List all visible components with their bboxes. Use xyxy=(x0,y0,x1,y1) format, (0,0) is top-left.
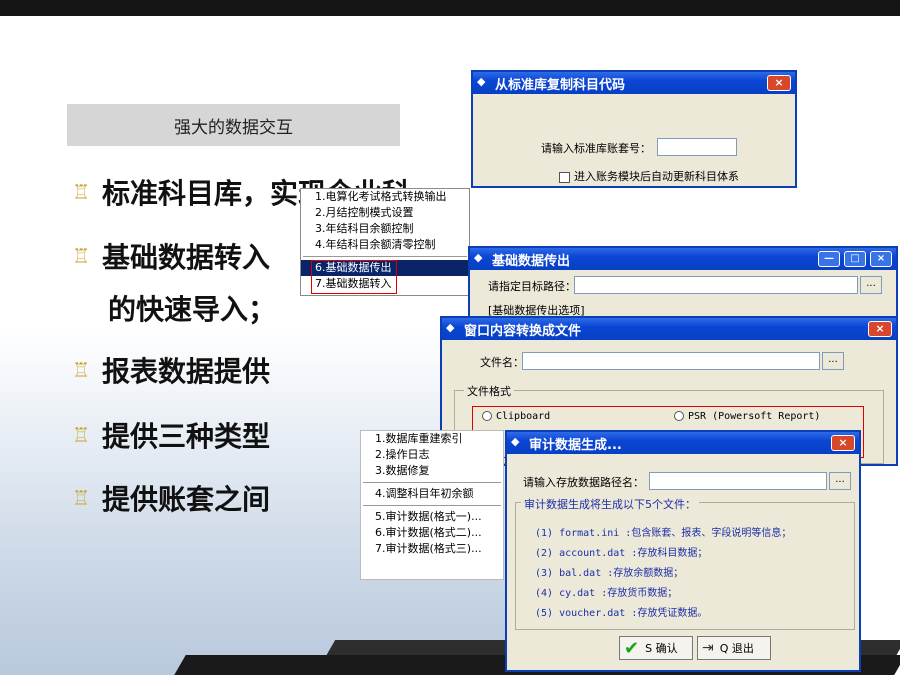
radio-circle[interactable] xyxy=(674,411,684,421)
confirm-label: S 确认 xyxy=(645,642,678,655)
menu-item-audit-format-2[interactable]: 6.审计数据(格式二)... xyxy=(361,525,503,541)
bullet-3: ♖ 报表数据提供 xyxy=(72,350,270,390)
menu-separator xyxy=(363,482,501,483)
radio-circle[interactable] xyxy=(482,411,492,421)
slide-subtitle: 强大的数据交互 xyxy=(67,104,400,146)
bullet-text: 报表数据提供 xyxy=(102,355,271,388)
data-path-label: 请输入存放数据路径名： xyxy=(523,476,644,489)
target-path-label: 请指定目标路径： xyxy=(488,280,576,293)
audit-file-item: (1) format.ini :包含账套、报表、字段说明等信息； xyxy=(535,528,792,539)
dialog-title: 基础数据传出 xyxy=(492,253,571,269)
dialog-titlebar: ◆ 从标准库复制科目代码 × xyxy=(473,72,795,94)
bullet-mark-icon: ♖ xyxy=(72,180,90,204)
menu-item[interactable]: 4.调整科目年初余额 xyxy=(361,486,503,502)
top-band xyxy=(0,0,900,16)
annotation-highlight xyxy=(311,260,397,294)
data-path-input[interactable] xyxy=(649,472,827,490)
menu-separator xyxy=(303,256,467,257)
app-icon: ◆ xyxy=(477,75,486,88)
menu-item[interactable]: 1.数据库重建索引 xyxy=(361,431,503,447)
menu-item-audit-format-3[interactable]: 7.审计数据(格式三)... xyxy=(361,541,503,557)
bullet-mark-icon: ♖ xyxy=(72,486,90,510)
account-set-input[interactable] xyxy=(657,138,737,156)
audit-file-item: (4) cy.dat :存放货币数据； xyxy=(535,588,678,599)
menu-item[interactable]: 3.数据修复 xyxy=(361,463,503,479)
browse-button[interactable]: ... xyxy=(829,472,851,490)
exit-button[interactable]: ⇥ Q 退出 xyxy=(697,636,771,660)
close-button[interactable]: × xyxy=(870,251,892,267)
checkmark-icon: ✔ xyxy=(624,637,640,659)
radio-psr[interactable]: PSR (Powersoft Report) xyxy=(674,411,820,422)
audit-file-item: (3) bal.dat :存放余额数据； xyxy=(535,568,684,579)
copy-subject-dialog: ◆ 从标准库复制科目代码 × 请输入标准库账套号： 进入账务模块后自动更新科目体… xyxy=(471,70,797,188)
app-icon: ◆ xyxy=(474,251,483,264)
close-button[interactable]: × xyxy=(767,75,791,91)
file-format-label: 文件格式 xyxy=(464,383,514,399)
menu-item[interactable]: 4.年结科目余额清零控制 xyxy=(301,237,469,253)
minimize-button[interactable]: — xyxy=(818,251,840,267)
bullet-5: ♖ 提供账套之间 xyxy=(72,478,270,518)
bullet-2: ♖ 基础数据转入 xyxy=(72,236,270,276)
auto-update-checkbox[interactable]: 进入账务模块后自动更新科目体系 xyxy=(559,168,739,184)
data-menu-2: 1.数据库重建索引 2.操作日志 3.数据修复 4.调整科目年初余额 5.审计数… xyxy=(360,430,504,580)
exit-label: Q 退出 xyxy=(719,642,754,655)
dialog-title: 窗口内容转换成文件 xyxy=(464,323,582,339)
confirm-button[interactable]: ✔ S 确认 xyxy=(619,636,693,660)
maximize-button[interactable]: □ xyxy=(844,251,866,267)
close-button[interactable]: × xyxy=(868,321,892,337)
radio-label: Clipboard xyxy=(496,411,551,422)
browse-button[interactable]: ... xyxy=(860,276,882,294)
menu-separator xyxy=(363,505,501,506)
bullet-mark-icon: ♖ xyxy=(72,244,90,268)
file-name-input[interactable] xyxy=(522,352,820,370)
browse-button[interactable]: ... xyxy=(822,352,844,370)
dialog-title: 从标准库复制科目代码 xyxy=(495,77,626,93)
checkbox-label: 进入账务模块后自动更新科目体系 xyxy=(574,170,739,183)
bullet-text: 提供三种类型 xyxy=(102,420,271,453)
close-button[interactable]: × xyxy=(831,435,855,451)
bullet-4: ♖ 提供三种类型 xyxy=(72,415,270,455)
audit-data-dialog: ◆ 审计数据生成... × 请输入存放数据路径名： ... 审计数据生成将生成以… xyxy=(505,430,861,672)
menu-item-audit-format-1[interactable]: 5.审计数据(格式一)... xyxy=(361,509,503,525)
menu-item[interactable]: 3.年结科目余额控制 xyxy=(301,221,469,237)
bullet-text: 提供账套之间 xyxy=(102,483,271,516)
radio-label: PSR (Powersoft Report) xyxy=(688,411,821,422)
account-set-label: 请输入标准库账套号： xyxy=(541,142,651,155)
bullet-2-continuation: 的快速导入； xyxy=(108,293,277,326)
radio-clipboard[interactable]: Clipboard xyxy=(482,411,550,422)
app-icon: ◆ xyxy=(446,321,455,334)
dialog-titlebar: ◆ 审计数据生成... × xyxy=(507,432,859,454)
target-path-input[interactable] xyxy=(574,276,858,294)
dialog-titlebar: ◆ 基础数据传出 — □ × xyxy=(470,248,896,270)
menu-item[interactable]: 1.电算化考试格式转换输出 xyxy=(301,189,469,205)
file-name-label: 文件名： xyxy=(480,356,524,369)
audit-file-item: (2) account.dat :存放科目数据； xyxy=(535,548,708,559)
audit-info-title: 审计数据生成将生成以下5个文件： xyxy=(521,496,699,512)
audit-file-item: (5) voucher.dat :存放凭证数据。 xyxy=(535,608,708,619)
data-menu-1: 1.电算化考试格式转换输出 2.月结控制模式设置 3.年结科目余额控制 4.年结… xyxy=(300,188,470,296)
checkbox-box[interactable] xyxy=(559,171,570,183)
bullet-mark-icon: ♖ xyxy=(72,423,90,447)
menu-item[interactable]: 2.月结控制模式设置 xyxy=(301,205,469,221)
app-icon: ◆ xyxy=(511,435,520,448)
bullet-mark-icon: ♖ xyxy=(72,358,90,382)
exit-door-icon: ⇥ xyxy=(702,640,714,656)
dialog-titlebar: ◆ 窗口内容转换成文件 × xyxy=(442,318,896,340)
bullet-text: 基础数据转入 xyxy=(102,241,271,274)
dialog-title: 审计数据生成... xyxy=(529,437,622,453)
menu-item[interactable]: 2.操作日志 xyxy=(361,447,503,463)
export-basic-data-dialog: ◆ 基础数据传出 — □ × 请指定目标路径： ... [基础数据传出选项] xyxy=(468,246,898,326)
